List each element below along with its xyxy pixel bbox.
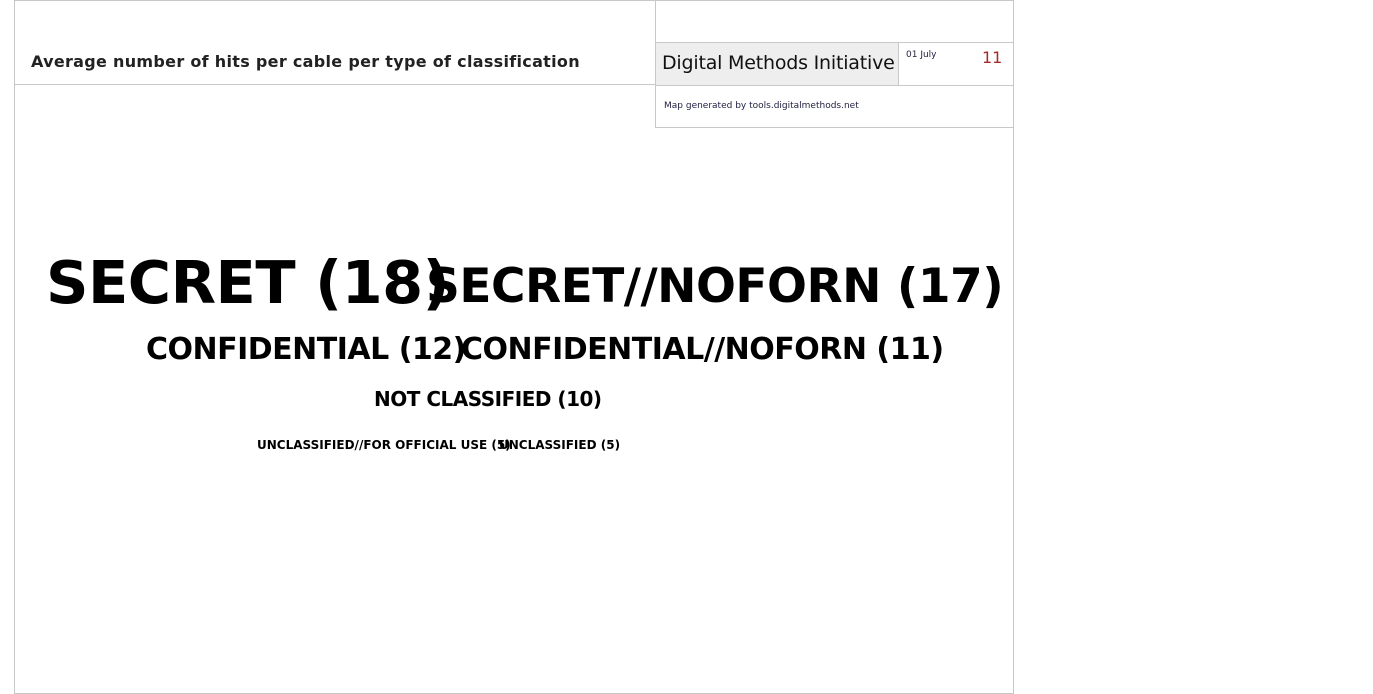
tag-secret-noforn: SECRET//NOFORN (17) bbox=[426, 259, 1004, 314]
tag-unclassified: UNCLASSIFIED (5) bbox=[499, 438, 621, 452]
header-divider bbox=[14, 84, 656, 85]
credit-text: Map generated by tools.digitalmethods.ne… bbox=[664, 101, 859, 111]
brand-cell: Digital Methods Initiative bbox=[656, 43, 899, 85]
info-block: Digital Methods Initiative 01 July 11 Ma… bbox=[655, 0, 1014, 128]
brand-name: Digital Methods Initiative bbox=[662, 52, 895, 74]
tag-secret: SECRET (18) bbox=[46, 248, 450, 317]
info-row: Digital Methods Initiative 01 July 11 bbox=[656, 42, 1013, 86]
page-title: Average number of hits per cable per typ… bbox=[31, 52, 580, 71]
tag-confidential-noforn: CONFIDENTIAL//NOFORN (11) bbox=[461, 332, 944, 367]
date-label: 01 July bbox=[906, 50, 937, 60]
tag-not-classified: NOT CLASSIFIED (10) bbox=[374, 387, 602, 411]
tag-unclassified-fouo: UNCLASSIFIED//FOR OFFICIAL USE (5) bbox=[257, 438, 511, 452]
tag-confidential: CONFIDENTIAL (12) bbox=[146, 332, 466, 367]
year-label: 11 bbox=[982, 48, 1003, 67]
